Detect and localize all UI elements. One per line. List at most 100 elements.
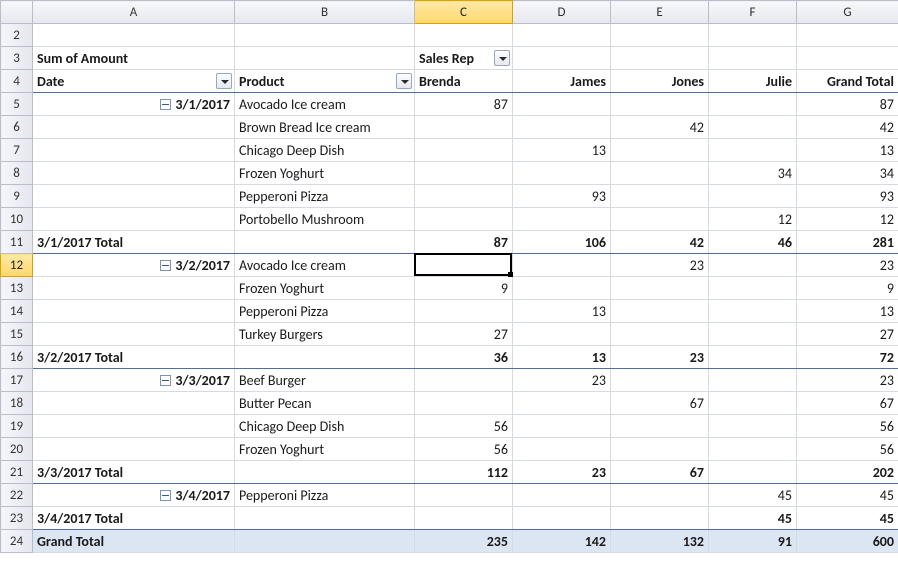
- cell-D12[interactable]: [513, 254, 611, 277]
- cell-C6[interactable]: [415, 116, 513, 139]
- cell-D7[interactable]: 13: [513, 139, 611, 162]
- cell-A12[interactable]: 3/2/2017: [33, 254, 235, 277]
- cell-D19[interactable]: [513, 415, 611, 438]
- cell-A20[interactable]: [33, 438, 235, 461]
- cell-A9[interactable]: [33, 185, 235, 208]
- cell-G20[interactable]: 56: [797, 438, 898, 461]
- column-header-A[interactable]: A: [33, 1, 235, 24]
- cell-G21[interactable]: 202: [797, 461, 898, 484]
- salesrep-filter-dropdown[interactable]: [494, 50, 510, 66]
- cell-A8[interactable]: [33, 162, 235, 185]
- cell-C23[interactable]: [415, 507, 513, 530]
- cell-F2[interactable]: [709, 24, 797, 47]
- cell-A22[interactable]: 3/4/2017: [33, 484, 235, 507]
- cell-B20[interactable]: Frozen Yoghurt: [235, 438, 415, 461]
- cell-D10[interactable]: [513, 208, 611, 231]
- cell-F8[interactable]: 34: [709, 162, 797, 185]
- row-header-22[interactable]: 22: [1, 484, 33, 507]
- cell-A6[interactable]: [33, 116, 235, 139]
- cell-G18[interactable]: 67: [797, 392, 898, 415]
- cell-C14[interactable]: [415, 300, 513, 323]
- cell-C13[interactable]: 9: [415, 277, 513, 300]
- column-header-E[interactable]: E: [611, 1, 709, 24]
- cell-C10[interactable]: [415, 208, 513, 231]
- cell-G9[interactable]: 93: [797, 185, 898, 208]
- cell-E8[interactable]: [611, 162, 709, 185]
- cell-E4[interactable]: Jones: [611, 70, 709, 93]
- cell-B7[interactable]: Chicago Deep Dish: [235, 139, 415, 162]
- row-header-12[interactable]: 12: [1, 254, 33, 277]
- grid[interactable]: ABCDEFG 23Sum of AmountSales Rep4DatePro…: [0, 0, 898, 553]
- cell-G19[interactable]: 56: [797, 415, 898, 438]
- cell-A15[interactable]: [33, 323, 235, 346]
- cell-E22[interactable]: [611, 484, 709, 507]
- column-header-B[interactable]: B: [235, 1, 415, 24]
- row-header-21[interactable]: 21: [1, 461, 33, 484]
- cell-D5[interactable]: [513, 93, 611, 116]
- row-header-13[interactable]: 13: [1, 277, 33, 300]
- cell-A13[interactable]: [33, 277, 235, 300]
- cell-F24[interactable]: 91: [709, 530, 797, 553]
- cell-F22[interactable]: 45: [709, 484, 797, 507]
- cell-B24[interactable]: [235, 530, 415, 553]
- cell-A19[interactable]: [33, 415, 235, 438]
- cell-A16[interactable]: 3/2/2017 Total: [33, 346, 235, 369]
- cell-B19[interactable]: Chicago Deep Dish: [235, 415, 415, 438]
- row-header-7[interactable]: 7: [1, 139, 33, 162]
- cell-A21[interactable]: 3/3/2017 Total: [33, 461, 235, 484]
- date-filter-dropdown[interactable]: [216, 73, 232, 89]
- cell-E10[interactable]: [611, 208, 709, 231]
- cell-A4[interactable]: Date: [33, 70, 235, 93]
- cell-F19[interactable]: [709, 415, 797, 438]
- cell-F3[interactable]: [709, 47, 797, 70]
- cell-B16[interactable]: [235, 346, 415, 369]
- cell-C11[interactable]: 87: [415, 231, 513, 254]
- cell-D8[interactable]: [513, 162, 611, 185]
- cell-C19[interactable]: 56: [415, 415, 513, 438]
- cell-A23[interactable]: 3/4/2017 Total: [33, 507, 235, 530]
- column-header-C[interactable]: C: [415, 1, 513, 24]
- cell-B12[interactable]: Avocado Ice cream: [235, 254, 415, 277]
- cell-G16[interactable]: 72: [797, 346, 898, 369]
- cell-G14[interactable]: 13: [797, 300, 898, 323]
- cell-B17[interactable]: Beef Burger: [235, 369, 415, 392]
- cell-A2[interactable]: [33, 24, 235, 47]
- cell-D11[interactable]: 106: [513, 231, 611, 254]
- cell-G24[interactable]: 600: [797, 530, 898, 553]
- cell-F15[interactable]: [709, 323, 797, 346]
- cell-F11[interactable]: 46: [709, 231, 797, 254]
- cell-E6[interactable]: 42: [611, 116, 709, 139]
- column-header-G[interactable]: G: [797, 1, 898, 24]
- cell-C3[interactable]: Sales Rep: [415, 47, 513, 70]
- cell-C17[interactable]: [415, 369, 513, 392]
- cell-E20[interactable]: [611, 438, 709, 461]
- cell-C20[interactable]: 56: [415, 438, 513, 461]
- cell-B18[interactable]: Butter Pecan: [235, 392, 415, 415]
- row-header-9[interactable]: 9: [1, 185, 33, 208]
- cell-B14[interactable]: Pepperoni Pizza: [235, 300, 415, 323]
- cell-F13[interactable]: [709, 277, 797, 300]
- row-header-20[interactable]: 20: [1, 438, 33, 461]
- cell-G11[interactable]: 281: [797, 231, 898, 254]
- cell-A14[interactable]: [33, 300, 235, 323]
- cell-B13[interactable]: Frozen Yoghurt: [235, 277, 415, 300]
- cell-G7[interactable]: 13: [797, 139, 898, 162]
- cell-E24[interactable]: 132: [611, 530, 709, 553]
- cell-D17[interactable]: 23: [513, 369, 611, 392]
- cell-E18[interactable]: 67: [611, 392, 709, 415]
- cell-F7[interactable]: [709, 139, 797, 162]
- cell-C22[interactable]: [415, 484, 513, 507]
- cell-F9[interactable]: [709, 185, 797, 208]
- collapse-icon[interactable]: [160, 375, 171, 386]
- cell-G23[interactable]: 45: [797, 507, 898, 530]
- cell-G5[interactable]: 87: [797, 93, 898, 116]
- cell-B22[interactable]: Pepperoni Pizza: [235, 484, 415, 507]
- row-header-24[interactable]: 24: [1, 530, 33, 553]
- cell-E23[interactable]: [611, 507, 709, 530]
- row-header-10[interactable]: 10: [1, 208, 33, 231]
- cell-B2[interactable]: [235, 24, 415, 47]
- cell-F20[interactable]: [709, 438, 797, 461]
- cell-A7[interactable]: [33, 139, 235, 162]
- cell-D6[interactable]: [513, 116, 611, 139]
- cell-F4[interactable]: Julie: [709, 70, 797, 93]
